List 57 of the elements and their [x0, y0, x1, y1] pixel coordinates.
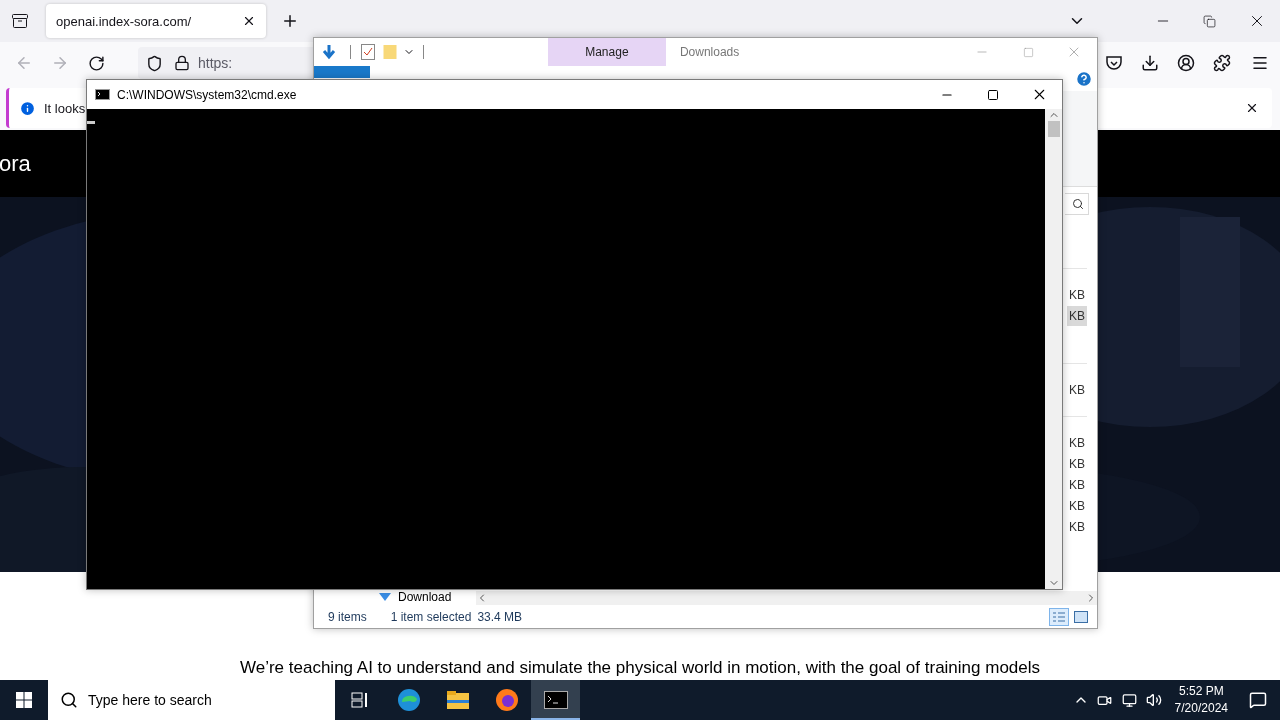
down-arrow-icon[interactable]	[321, 44, 337, 60]
help-icon[interactable]	[1075, 70, 1093, 88]
file-size-cell[interactable]: KB	[1067, 305, 1087, 326]
taskbar-app-button[interactable]	[531, 680, 580, 720]
maximize-icon[interactable]	[987, 88, 999, 101]
selection-status: 1 item selected	[390, 609, 472, 624]
download-icon[interactable]	[1141, 54, 1159, 72]
windows-start-icon[interactable]	[16, 692, 32, 708]
window-title: Downloads	[679, 45, 740, 59]
task-view-icon	[350, 692, 369, 708]
notifications-icon[interactable]	[1249, 691, 1267, 709]
taskbar-search-field[interactable]: Type here to search	[48, 680, 335, 720]
network-icon[interactable]	[1121, 692, 1137, 708]
new-tab-icon[interactable]	[281, 12, 299, 30]
reload-icon[interactable]	[87, 54, 105, 72]
file-size-cell[interactable]: KB	[1067, 474, 1087, 495]
file-size-cell[interactable]: KB	[1067, 495, 1087, 516]
folder-icon	[445, 690, 470, 710]
site-logo-text[interactable]: ora	[0, 150, 31, 177]
download-arrow-icon	[378, 591, 392, 603]
close-icon[interactable]	[242, 14, 256, 28]
volume-icon[interactable]	[1146, 692, 1163, 708]
firefox-icon	[494, 688, 519, 712]
navigation-item[interactable]: Download	[314, 590, 476, 604]
file-size-cell[interactable]: KB	[1067, 379, 1087, 400]
menu-icon[interactable]	[1251, 54, 1269, 72]
vertical-scrollbar[interactable]	[1045, 109, 1062, 589]
browser-tab[interactable]: openai.index-sora.com/	[46, 4, 266, 38]
file-size-cell[interactable]: KB	[1067, 516, 1087, 537]
search-icon	[1072, 197, 1084, 210]
search-icon	[60, 691, 78, 709]
extensions-icon[interactable]	[1213, 54, 1231, 72]
shield-icon	[145, 54, 163, 72]
console-icon	[94, 89, 110, 100]
restore-icon[interactable]	[1203, 14, 1216, 28]
scroll-thumb[interactable]	[1047, 121, 1060, 137]
tagline-text: We’re teaching AI to understand and simulate the physical world in motion, with the goal of training models	[239, 658, 1041, 677]
checklist-icon[interactable]	[361, 44, 375, 60]
search-field[interactable]	[1065, 192, 1089, 215]
browser-icon	[396, 688, 421, 712]
terminal-icon	[543, 691, 568, 709]
account-icon[interactable]	[1177, 54, 1195, 72]
pocket-icon[interactable]	[1105, 54, 1123, 72]
notification-text: It looks	[44, 100, 86, 116]
text-cursor	[87, 121, 95, 124]
file-size-cell[interactable]: KB	[1067, 432, 1087, 453]
file-size-cell[interactable]: KB	[1067, 284, 1087, 305]
file-size-cell[interactable]: KB	[1067, 453, 1087, 474]
item-count: 9 items	[328, 609, 367, 624]
info-icon	[19, 99, 36, 117]
lock-icon	[174, 55, 190, 71]
context-tab[interactable]: Manage	[547, 38, 666, 66]
close-icon[interactable]	[1245, 101, 1259, 115]
clock[interactable]: 5:52 PM 7/20/2024	[1166, 683, 1236, 717]
tab-list-icon[interactable]	[11, 13, 29, 29]
window-title: C:\WINDOWS\system32\cmd.exe	[117, 87, 297, 102]
selection-size: 33.4 MB	[477, 609, 523, 624]
